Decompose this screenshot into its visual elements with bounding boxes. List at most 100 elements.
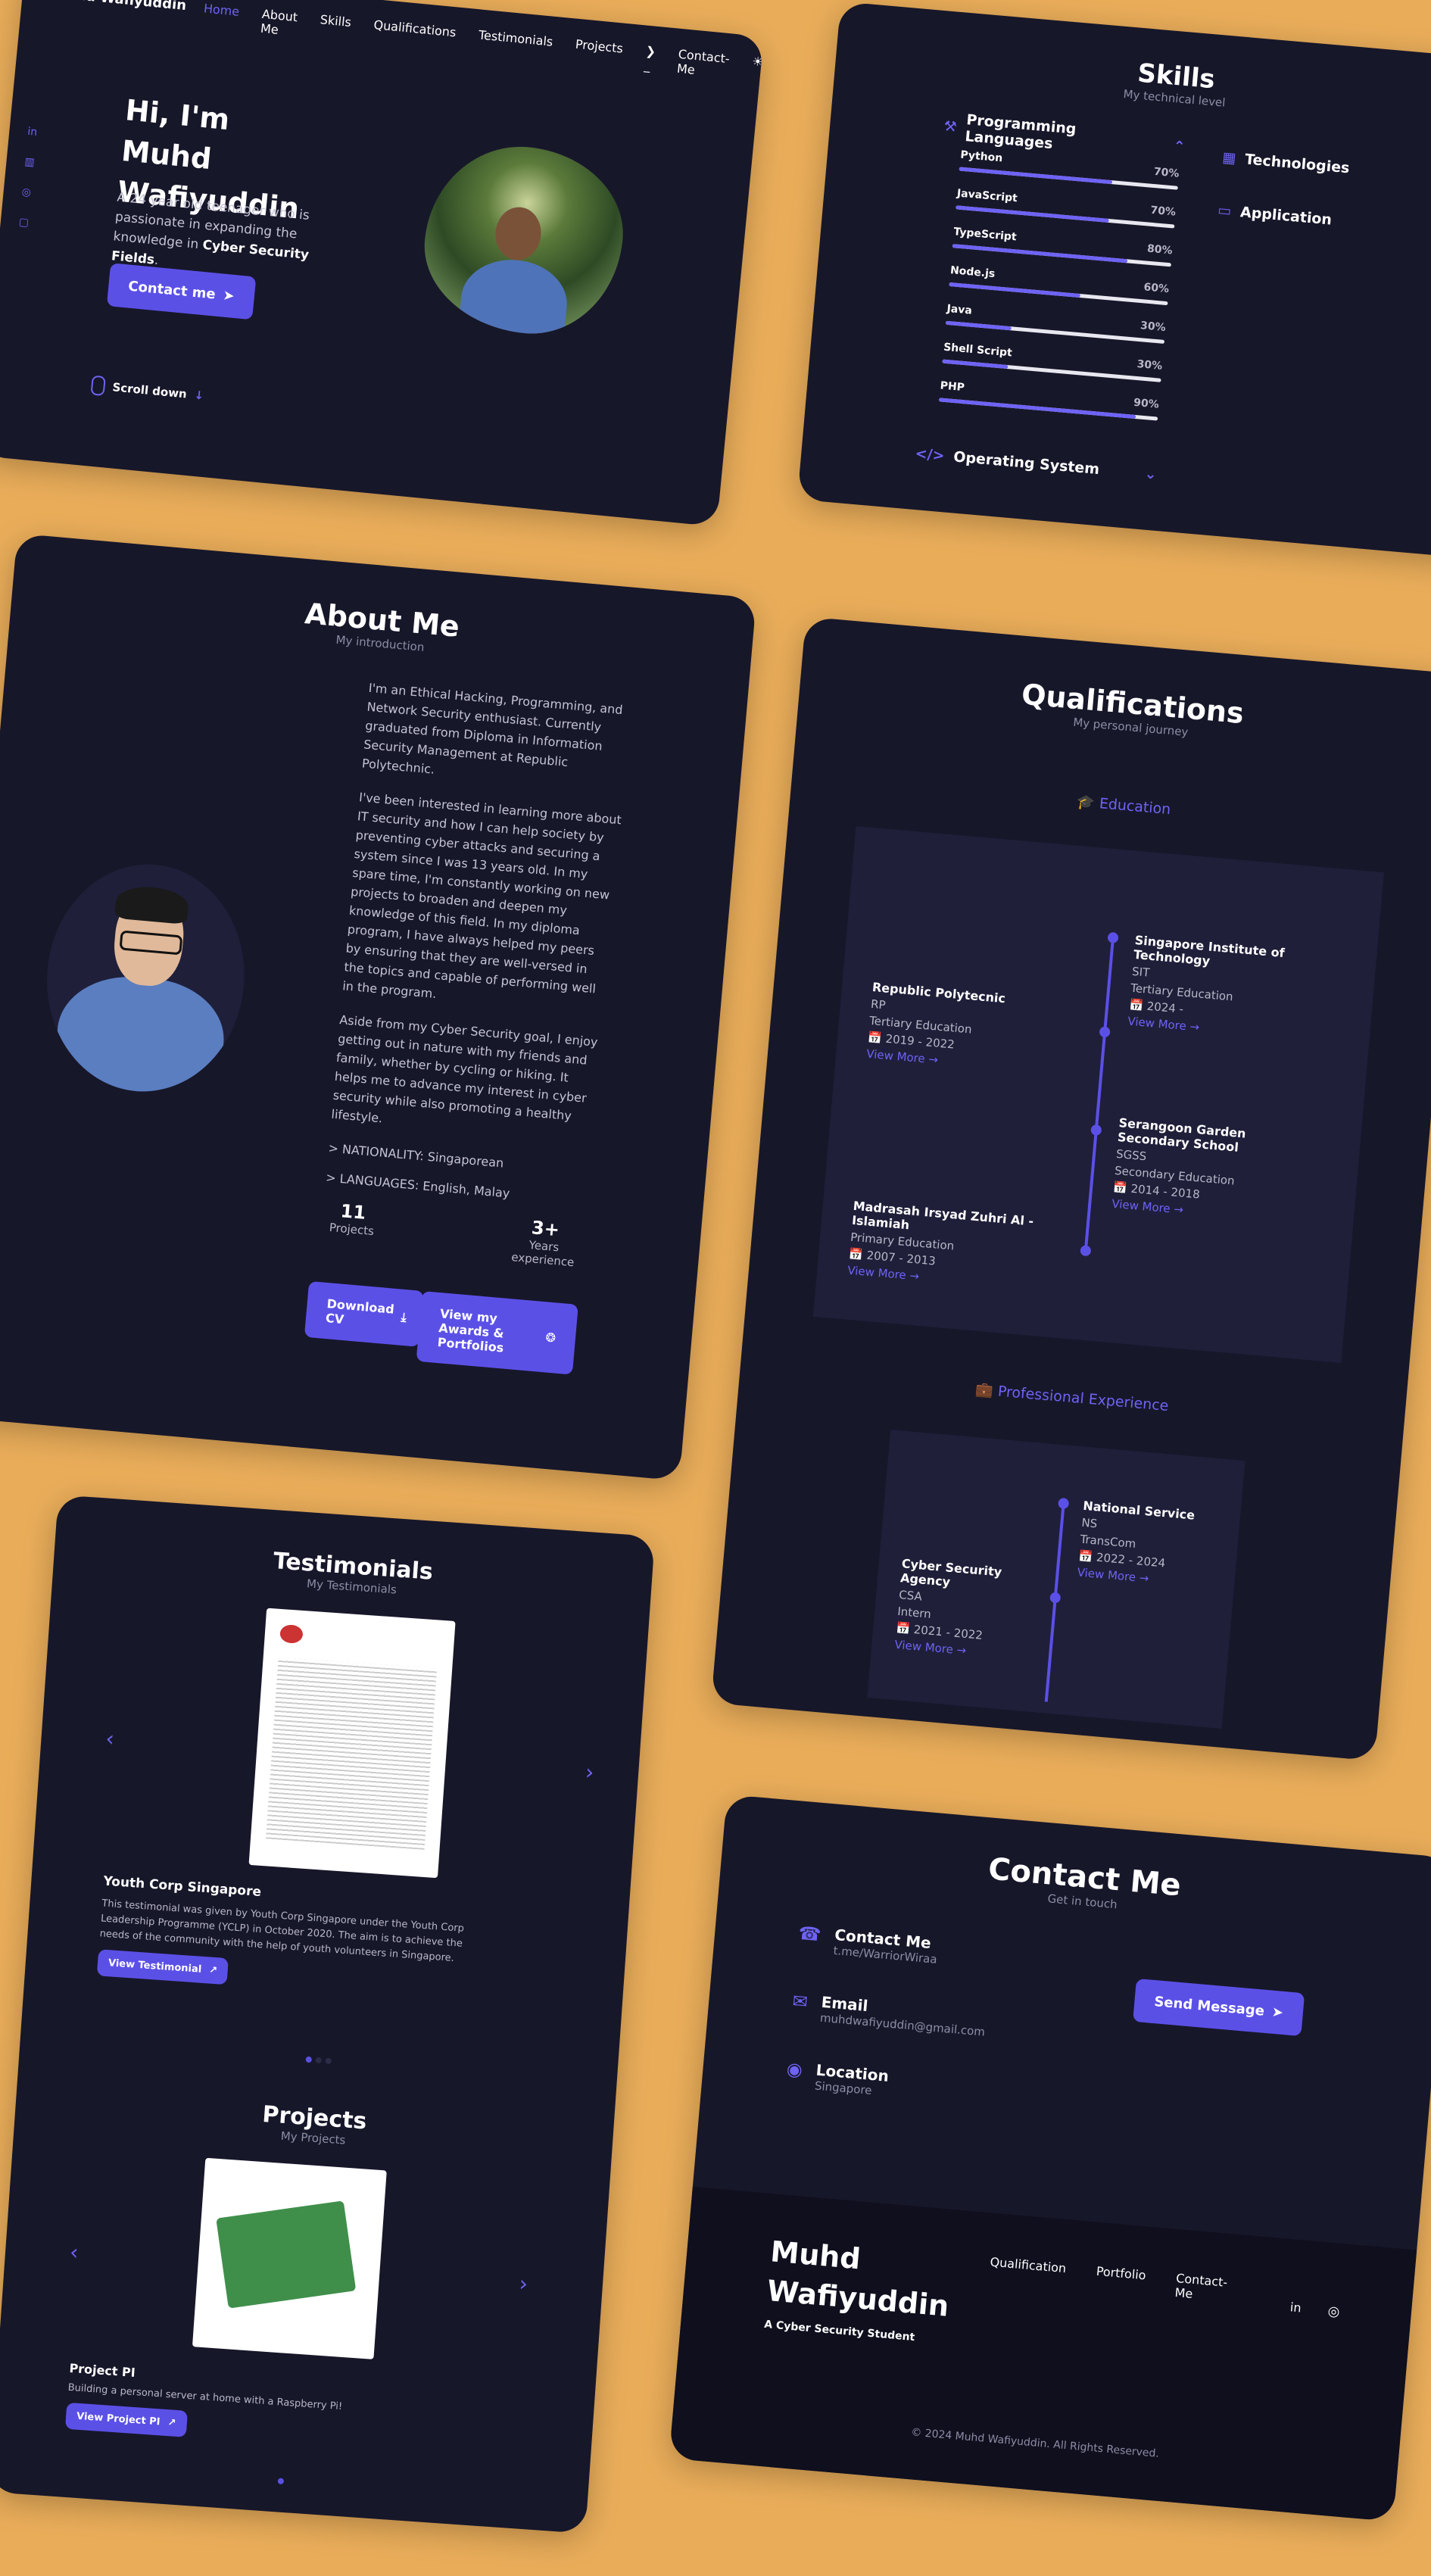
contact-item-telegram[interactable]: ☎ Contact Me t.me/WarriorWiraa (797, 1923, 939, 1966)
external-link-icon: ↗ (208, 1964, 218, 1977)
footer-link-contact[interactable]: Contact-Me (1174, 2271, 1230, 2304)
projects-next-icon[interactable]: › (519, 2271, 528, 2297)
contact-item-email[interactable]: ✉ Email muhdwafiyuddin@gmail.com (790, 1990, 987, 2038)
person-shirt (457, 254, 571, 342)
instagram-icon[interactable]: ▢ (18, 216, 30, 229)
external-link-icon: ↗ (167, 2417, 176, 2429)
skills-group-os[interactable]: </> Operating System ⌄ (915, 445, 1158, 483)
footer-link-qualification[interactable]: Qualification (988, 2255, 1067, 2291)
about-p1: I'm an Ethical Hacking, Programming, and… (361, 680, 624, 777)
send-message-button[interactable]: Send Message ➤ (1133, 1978, 1305, 2037)
skill-percent: 70% (1153, 165, 1180, 180)
nav-qualifications[interactable]: Qualifications (372, 17, 457, 54)
location-pin-icon: ◉ (785, 2058, 803, 2081)
nav-testimonials[interactable]: Testimonials (476, 27, 553, 63)
building-icon: ▦ (1221, 148, 1237, 167)
nav-about[interactable]: About Me (260, 7, 298, 39)
timeline-line (1083, 932, 1115, 1253)
social-rail: in ▥ ◎ ▢ (18, 126, 38, 229)
profile-photo (416, 138, 631, 342)
project-name: Project PI (68, 2360, 136, 2380)
nav-skills[interactable]: Skills (318, 12, 352, 44)
code-icon: </> (914, 444, 946, 465)
timeline-dot (1080, 1245, 1092, 1257)
projects-dot-active[interactable] (277, 2478, 285, 2484)
edu-item-sit: Singapore Institute of Technology SIT Te… (1127, 933, 1362, 1048)
contact-card: Contact Me Get in touch ☎ Contact Me t.me… (669, 1794, 1431, 2522)
chevron-down-icon: ⌄ (1143, 465, 1158, 483)
github-icon[interactable]: ◎ (21, 186, 33, 198)
footer-name: Muhd Wafiyuddin (765, 2235, 950, 2323)
edu-item-rp: Republic Polytecnic RP Tertiary Educatio… (866, 980, 1084, 1079)
mouse-icon (90, 375, 106, 397)
skill-name: PHP (940, 379, 965, 395)
footer-copyright: © 2024 Muhd Wafiyuddin. All Rights Reser… (910, 2426, 1160, 2460)
edu-item-madrasah: Madrasah Irsyad Zuhri Al - Islamiah Prim… (847, 1199, 1080, 1297)
scroll-down[interactable]: Scroll down ↓ (90, 375, 204, 406)
send-icon: ➤ (1270, 2004, 1284, 2021)
sun-icon[interactable]: ☀ (750, 54, 764, 83)
raspberry-pi-board (216, 2200, 357, 2309)
carousel-dot[interactable] (325, 2057, 332, 2065)
laptop-icon: ▭ (1217, 201, 1233, 220)
chart-icon[interactable]: ▥ (24, 156, 36, 169)
skill-item: JavaScript 70% (956, 187, 1177, 229)
carousel-prev-icon[interactable]: ‹ (105, 1726, 115, 1751)
skill-percent: 60% (1143, 281, 1170, 296)
award-icon: ❂ (544, 1330, 556, 1346)
projects-prev-icon[interactable]: ‹ (69, 2240, 79, 2266)
brand[interactable]: Muhd Wafiyuddin (52, 0, 187, 14)
skills-group-technologies[interactable]: ▦ Technologies ⌄ (1222, 149, 1431, 188)
testimonial-document[interactable] (248, 1608, 456, 1879)
download-cv-button[interactable]: Download CV ⤓ (304, 1280, 424, 1347)
top-nav: Home About Me Skills Qualifications Test… (201, 1, 764, 83)
about-p2: I've been interested in learning more ab… (341, 790, 622, 1002)
view-testimonial-button[interactable]: View Testimonial ↗ (96, 1949, 229, 1985)
experience-tab[interactable]: 💼 Professional Experience (740, 1360, 1405, 1436)
skill-name: Shell Script (943, 341, 1013, 360)
github-icon[interactable]: ◎ (1327, 2303, 1340, 2320)
skill-name: TypeScript (952, 226, 1018, 244)
footer-link-portfolio[interactable]: Portfolio (1094, 2264, 1146, 2297)
testimonial-org: Youth Corp Singapore (102, 1873, 262, 1900)
view-project-button[interactable]: View Project PI ↗ (64, 2402, 188, 2437)
linkedin-icon[interactable]: in (27, 126, 39, 139)
timeline-dot (1099, 1026, 1111, 1038)
skills-card: Skills My technical level ⚒ Programming … (797, 2, 1431, 559)
project-image[interactable] (192, 2157, 387, 2359)
timeline-dot (1058, 1497, 1070, 1510)
linkedin-icon[interactable]: in (1289, 2300, 1302, 2315)
nav-home[interactable]: Home (201, 1, 240, 33)
about-p3: Aside from my Cyber Security goal, I enj… (330, 1012, 599, 1126)
hero-card: Muhd Wafiyuddin Home About Me Skills Qua… (0, 0, 764, 527)
terminal-icon[interactable]: ❯_ (644, 44, 656, 73)
stat-projects: 11 Projects (329, 1200, 375, 1239)
education-timeline: Singapore Institute of Technology SIT Te… (812, 826, 1384, 1363)
testimonials-projects-card: Testimonials My Testimonials ‹ › Youth C… (0, 1495, 656, 2534)
experience-timeline: National Service NS TransCom 📅 2022 - 20… (867, 1430, 1246, 1729)
skill-percent: 90% (1133, 396, 1160, 411)
timeline-dot (1107, 931, 1119, 943)
stat-experience: 3+ Years experience (510, 1217, 575, 1270)
send-icon: ➤ (222, 287, 235, 304)
skill-item: TypeScript 80% (952, 226, 1173, 267)
skill-percent: 70% (1149, 204, 1177, 219)
skill-item: Java 30% (945, 303, 1166, 344)
chevron-up-icon: ⌃ (1172, 138, 1186, 156)
exp-item-csa: Cyber Security Agency CSA Intern 📅 2021 … (894, 1556, 1046, 1664)
nav-contact[interactable]: Contact-Me (676, 47, 730, 80)
skill-bar-fill (942, 359, 1009, 370)
awards-portfolio-button[interactable]: View my Awards & Portfolios ❂ (416, 1290, 578, 1375)
nav-projects[interactable]: Projects (573, 37, 624, 70)
carousel-dot[interactable] (315, 2057, 323, 2064)
carousel-next-icon[interactable]: › (585, 1760, 594, 1785)
edu-item-sgss: Serangoon Garden Secondary School SGSS S… (1111, 1115, 1270, 1224)
exp-item-ns: National Service NS TransCom 📅 2022 - 20… (1077, 1499, 1235, 1592)
skills-group-application[interactable]: ▭ Application ⌄ (1217, 202, 1431, 241)
letter-logo (279, 1623, 304, 1644)
skill-bar-fill (945, 320, 1012, 331)
carousel-dot-active[interactable] (305, 2056, 312, 2063)
qualifications-card: Qualifications My personal journey 🎓 Edu… (710, 616, 1431, 1761)
avatar-shirt (51, 970, 229, 1100)
skill-percent: 80% (1146, 242, 1174, 257)
